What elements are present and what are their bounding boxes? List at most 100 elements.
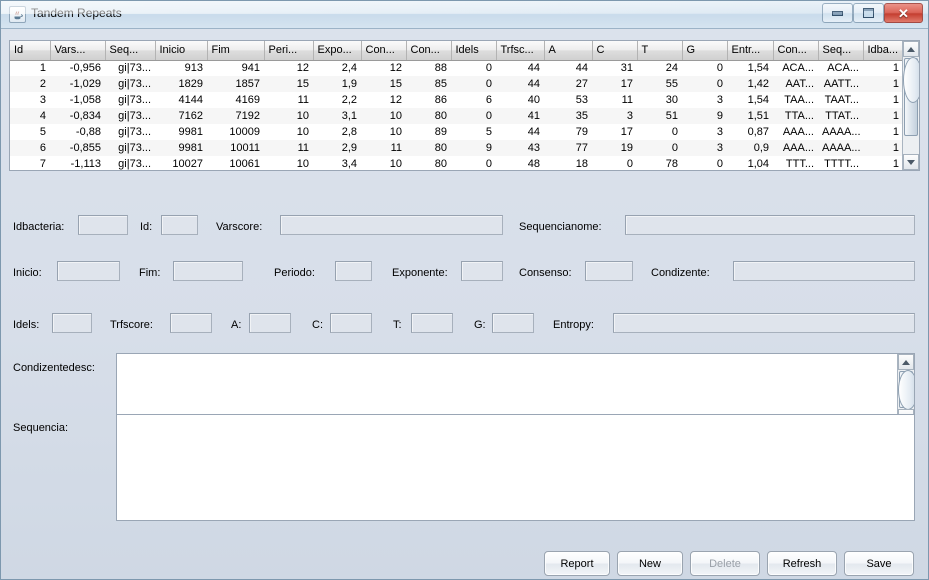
table-row[interactable]: 7-1,113gi|73...1002710061103,41080048180…: [10, 156, 903, 170]
sequencia-textarea[interactable]: [117, 415, 915, 521]
table-cell-id: 1: [10, 60, 50, 76]
table-cell-entropy: 1,42: [727, 76, 773, 92]
exponente-input[interactable]: [461, 261, 503, 281]
table-row[interactable]: 6-0,855gi|73...998110011112,911809437719…: [10, 140, 903, 156]
table-cell-id: 5: [10, 124, 50, 140]
t-input[interactable]: [411, 313, 453, 333]
refresh-button[interactable]: Refresh: [767, 551, 837, 576]
condizente-input[interactable]: [733, 261, 915, 281]
id-input[interactable]: [161, 215, 198, 235]
maximize-button[interactable]: [853, 3, 884, 23]
label-exponente: Exponente:: [392, 266, 448, 280]
table-header-sequencia[interactable]: Seq...: [818, 41, 863, 60]
table-cell-c: 0: [592, 156, 637, 170]
table-header-entropy[interactable]: Entr...: [727, 41, 773, 60]
table-header-periodo[interactable]: Peri...: [264, 41, 313, 60]
table-viewport: IdVars...Seq...InicioFimPeri...Expo...Co…: [10, 41, 903, 170]
table-header-varscore[interactable]: Vars...: [50, 41, 105, 60]
table-cell-idbacteria: 1: [863, 124, 903, 140]
new-button[interactable]: New: [617, 551, 683, 576]
tandem-repeats-table-panel: IdVars...Seq...InicioFimPeri...Expo...Co…: [9, 40, 920, 171]
table-cell-g: 0: [682, 76, 727, 92]
fim-input[interactable]: [173, 261, 243, 281]
table-cell-g: 3: [682, 140, 727, 156]
table-row[interactable]: 3-1,058gi|73...41444169112,2128664053113…: [10, 92, 903, 108]
consenso-input[interactable]: [585, 261, 633, 281]
minimize-button[interactable]: [822, 3, 853, 23]
periodo-input[interactable]: [335, 261, 372, 281]
table-header-exponente[interactable]: Expo...: [313, 41, 361, 60]
table-scroll-thumb[interactable]: [904, 58, 918, 136]
table-cell-trfscore: 40: [496, 92, 544, 108]
table-cell-exponente: 2,9: [313, 140, 361, 156]
table-cell-consenso: 10: [361, 124, 406, 140]
table-cell-a: 44: [544, 60, 592, 76]
table-header-fim[interactable]: Fim: [207, 41, 264, 60]
c-input[interactable]: [330, 313, 372, 333]
table-header-idbacteria[interactable]: Idba...: [863, 41, 903, 60]
table-header-c[interactable]: C: [592, 41, 637, 60]
report-button[interactable]: Report: [544, 551, 610, 576]
delete-button: Delete: [690, 551, 760, 576]
table-scroll-down-button[interactable]: [903, 154, 919, 170]
table-header-a[interactable]: A: [544, 41, 592, 60]
label-g: G:: [474, 318, 486, 332]
table-row[interactable]: 2-1,029gi|73...18291857151,9158504427175…: [10, 76, 903, 92]
label-varscore: Varscore:: [216, 220, 262, 234]
idbacteria-input[interactable]: [78, 215, 128, 235]
tandem-repeats-table[interactable]: IdVars...Seq...InicioFimPeri...Expo...Co…: [10, 41, 903, 170]
table-header-trfscore[interactable]: Trfsc...: [496, 41, 544, 60]
table-header-condizente[interactable]: Con...: [406, 41, 451, 60]
table-cell-c: 11: [592, 92, 637, 108]
table-row[interactable]: 1-0,956gi|73...913941122,412880444431240…: [10, 60, 903, 76]
table-cell-seqnome: gi|73...: [105, 76, 155, 92]
scroll-thumb-highlight: [898, 370, 915, 410]
table-header-consensoseq[interactable]: Con...: [773, 41, 818, 60]
idels-input[interactable]: [52, 313, 92, 333]
table-cell-consensoseq: ACA...: [773, 60, 818, 76]
table-cell-varscore: -0,956: [50, 60, 105, 76]
table-cell-condizente: 80: [406, 108, 451, 124]
inicio-input[interactable]: [57, 261, 120, 281]
title-bar[interactable]: Tandem Repeats ✕: [0, 0, 929, 29]
g-input[interactable]: [492, 313, 534, 333]
table-cell-c: 31: [592, 60, 637, 76]
table-header-id[interactable]: Id: [10, 41, 50, 60]
scroll-thumb-highlight: [903, 57, 920, 103]
save-button[interactable]: Save: [844, 551, 914, 576]
entropy-input[interactable]: [613, 313, 915, 333]
table-header-g[interactable]: G: [682, 41, 727, 60]
sequencianome-input[interactable]: [625, 215, 915, 235]
table-cell-a: 77: [544, 140, 592, 156]
table-row[interactable]: 5-0,88gi|73...998110009102,8108954479170…: [10, 124, 903, 140]
table-row[interactable]: 4-0,834gi|73...71627192103,1108004135351…: [10, 108, 903, 124]
table-header-t[interactable]: T: [637, 41, 682, 60]
table-cell-condizente: 80: [406, 140, 451, 156]
table-cell-t: 0: [637, 124, 682, 140]
table-cell-consensoseq: AAT...: [773, 76, 818, 92]
trfscore-input[interactable]: [170, 313, 212, 333]
varscore-input[interactable]: [280, 215, 503, 235]
table-cell-condizente: 85: [406, 76, 451, 92]
condizentedesc-scroll-up-button[interactable]: [898, 354, 914, 370]
table-cell-trfscore: 41: [496, 108, 544, 124]
table-header-seqnome[interactable]: Seq...: [105, 41, 155, 60]
application-window: Tandem Repeats ✕ IdVars...Seq...InicioFi…: [0, 0, 929, 580]
table-cell-sequencia: ACA...: [818, 60, 863, 76]
table-vertical-scrollbar[interactable]: [902, 41, 919, 170]
table-cell-exponente: 1,9: [313, 76, 361, 92]
table-scroll-up-button[interactable]: [903, 41, 919, 57]
table-header-consenso[interactable]: Con...: [361, 41, 406, 60]
close-button[interactable]: ✕: [884, 3, 923, 23]
table-cell-exponente: 2,2: [313, 92, 361, 108]
table-cell-trfscore: 48: [496, 156, 544, 170]
table-cell-fim: 10009: [207, 124, 264, 140]
a-input[interactable]: [249, 313, 291, 333]
label-t: T:: [393, 318, 402, 332]
table-cell-inicio: 913: [155, 60, 207, 76]
table-header-inicio[interactable]: Inicio: [155, 41, 207, 60]
table-header-idels[interactable]: Idels: [451, 41, 496, 60]
window-edge-left: [0, 0, 1, 580]
table-header-row[interactable]: IdVars...Seq...InicioFimPeri...Expo...Co…: [10, 41, 903, 60]
condizentedesc-scroll-thumb[interactable]: [899, 371, 913, 408]
